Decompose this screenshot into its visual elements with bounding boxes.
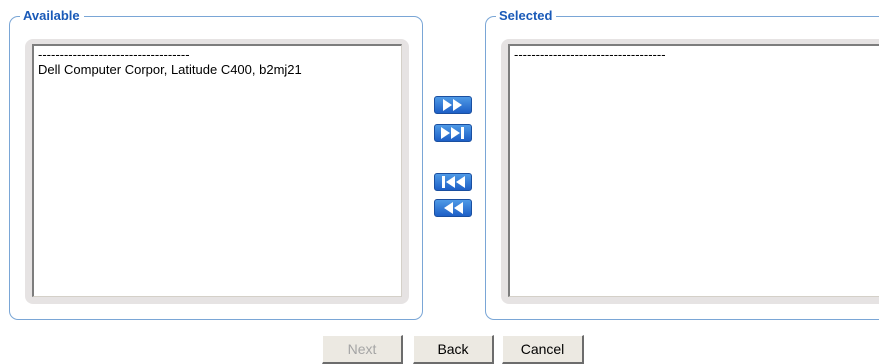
double-arrow-left-icon xyxy=(444,202,463,214)
next-button[interactable]: Next xyxy=(322,335,403,364)
available-listbox[interactable]: ----------------------------------- Dell… xyxy=(32,44,402,297)
available-group: Available ------------------------------… xyxy=(9,8,423,320)
cancel-button[interactable]: Cancel xyxy=(502,335,584,364)
double-arrow-left-bar-icon xyxy=(442,176,465,188)
back-button[interactable]: Back xyxy=(413,335,494,364)
selected-legend: Selected xyxy=(496,8,557,24)
available-option-separator[interactable]: ----------------------------------- xyxy=(38,48,401,61)
add-all-button[interactable] xyxy=(434,124,472,142)
available-legend: Available xyxy=(20,8,84,24)
selected-option-separator[interactable]: ----------------------------------- xyxy=(514,48,879,61)
add-selected-button[interactable] xyxy=(434,96,472,114)
selected-group: Selected -------------------------------… xyxy=(485,8,879,320)
remove-selected-button[interactable] xyxy=(434,199,472,217)
device-selection-dialog: Available ------------------------------… xyxy=(0,0,879,364)
available-option-device[interactable]: Dell Computer Corpor, Latitude C400, b2m… xyxy=(38,61,401,78)
remove-all-button[interactable] xyxy=(434,173,472,191)
double-arrow-right-bar-icon xyxy=(441,127,464,139)
available-listbox-frame: ----------------------------------- Dell… xyxy=(25,39,409,304)
selected-listbox[interactable]: ----------------------------------- xyxy=(508,44,879,297)
double-arrow-right-icon xyxy=(443,99,462,111)
selected-listbox-frame: ----------------------------------- xyxy=(501,39,879,304)
